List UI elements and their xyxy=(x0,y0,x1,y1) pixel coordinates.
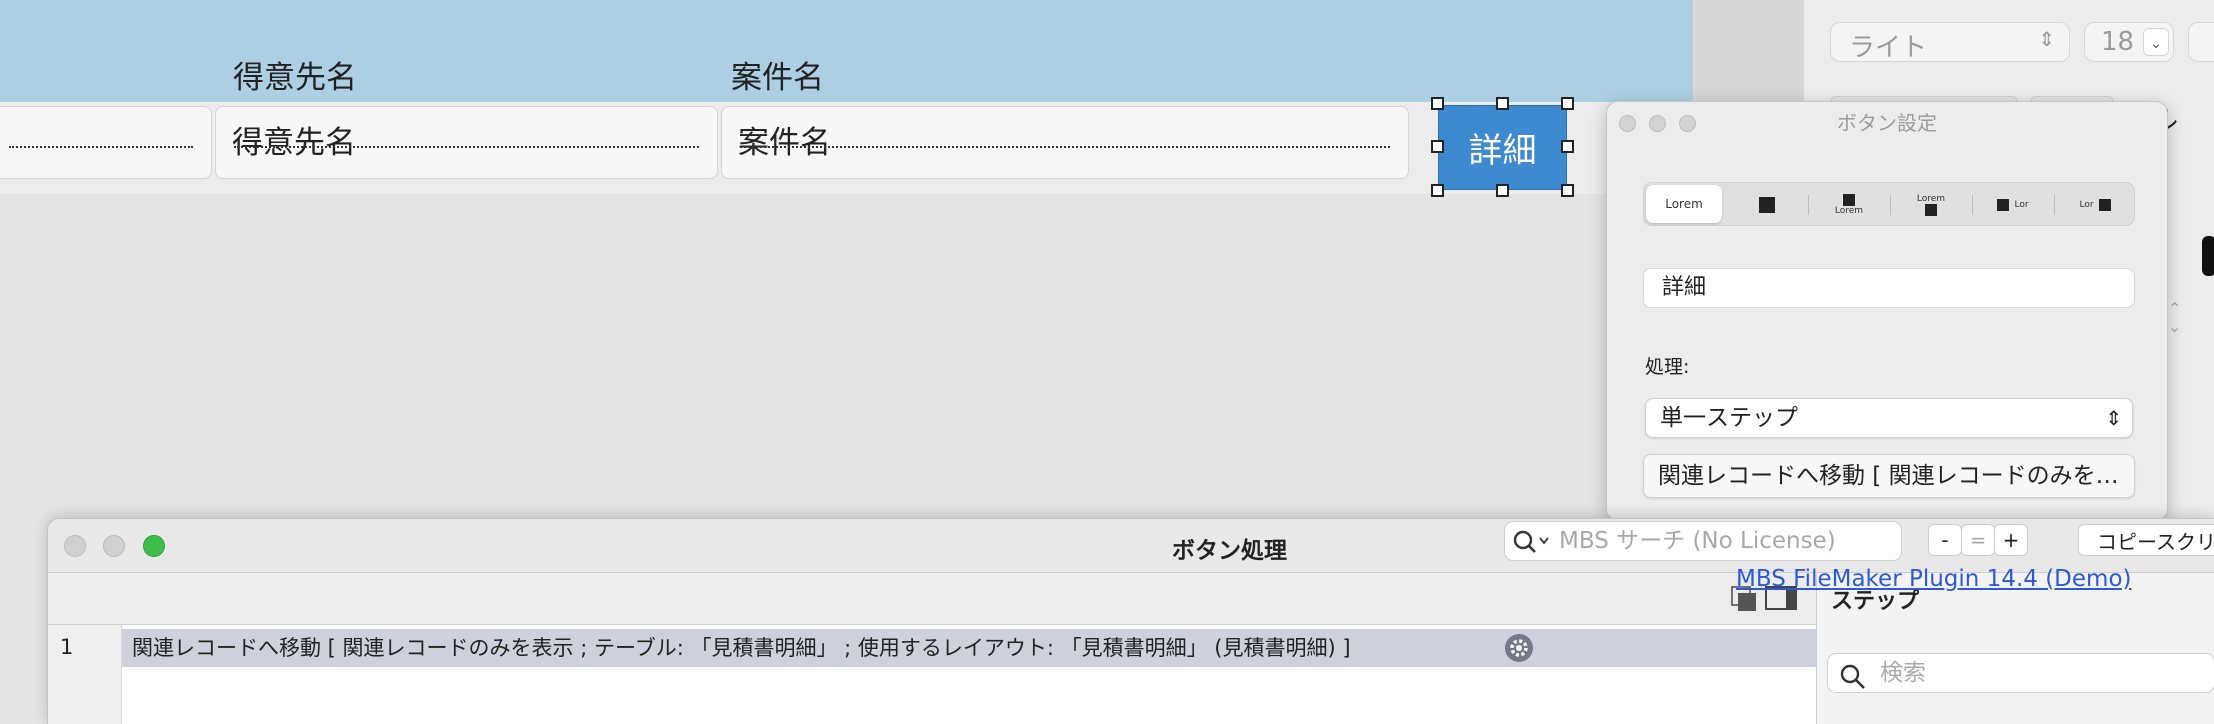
project-name-field-label: 案件名 xyxy=(738,125,831,161)
icon-label-segmented-control[interactable]: Lorem Lorem Lorem Lor Lor xyxy=(1643,182,2135,226)
customer-name-field-label: 得意先名 xyxy=(232,125,356,161)
script-step-line[interactable]: 関連レコードへ移動 [ 関連レコードのみを表示 ; テーブル: 「見積書明細」 … xyxy=(122,629,1816,667)
segment-icon-top[interactable]: Lorem xyxy=(1808,183,1890,227)
steps-panel: ステップ 検索 xyxy=(1816,573,2214,724)
segment-icon-bottom-label: Lorem xyxy=(1916,194,1946,204)
detail-button[interactable]: 詳細 xyxy=(1438,105,1567,190)
project-name-field[interactable]: 案件名 xyxy=(721,106,1409,179)
mbs-search-input[interactable]: MBS サーチ (No License) xyxy=(1504,521,1902,561)
square-icon xyxy=(2098,199,2111,211)
script-step-text: 関連レコードへ移動 [ 関連レコードのみを表示 ; テーブル: 「見積書明細」 … xyxy=(132,636,1351,660)
line-number-gutter: 1 xyxy=(48,625,122,724)
segment-icon-right-label: Lor xyxy=(2079,200,2094,210)
square-icon xyxy=(1759,197,1775,213)
column-label-project: 案件名 xyxy=(731,60,824,96)
selection-handle[interactable] xyxy=(1561,140,1574,153)
segment-icon-only[interactable] xyxy=(1726,183,1808,227)
steps-search-input[interactable]: 検索 xyxy=(1827,653,2214,693)
selection-handle[interactable] xyxy=(1561,97,1574,110)
action-type-select[interactable]: 単一ステップ ⇕ xyxy=(1645,398,2133,438)
chevron-down-icon: ⌄ xyxy=(2143,28,2169,56)
button-settings-title: ボタン設定 xyxy=(1837,111,1937,135)
segment-icon-left-label: Lor xyxy=(2014,200,2029,210)
button-settings-panel: ボタン設定 Lorem Lorem Lorem Lor Lor 詳細 処理: 単… xyxy=(1606,101,2168,521)
script-window-title: ボタン処理 xyxy=(1172,538,1287,564)
segment-text-only[interactable]: Lorem xyxy=(1646,185,1722,223)
style-select-value: ライト xyxy=(1849,33,1928,63)
selection-handle[interactable] xyxy=(1496,97,1509,110)
selection-handle[interactable] xyxy=(1431,184,1444,197)
zoom-in-button[interactable]: + xyxy=(1994,524,2028,556)
line-number: 1 xyxy=(60,635,74,659)
script-editor[interactable]: 1 関連レコードへ移動 [ 関連レコードのみを表示 ; テーブル: 「見積書明細… xyxy=(48,625,1816,724)
square-icon xyxy=(1997,199,2010,211)
segment-icon-bottom[interactable]: Lorem xyxy=(1890,183,1972,227)
search-icon xyxy=(1513,530,1549,553)
script-toolbar xyxy=(48,573,1816,625)
customer-name-field[interactable]: 得意先名 xyxy=(215,106,718,179)
button-script-window: ボタン処理 MBS サーチ (No License) - = + コピースクリ … xyxy=(47,518,2214,724)
selection-handle[interactable] xyxy=(1561,184,1574,197)
action-type-value: 単一ステップ xyxy=(1660,405,1798,431)
square-icon xyxy=(1843,194,1855,206)
close-window-button[interactable] xyxy=(64,535,86,557)
square-icon xyxy=(1925,204,1937,216)
segment-icon-top-label: Lorem xyxy=(1834,206,1864,216)
inspector-select-partial[interactable] xyxy=(2188,22,2214,62)
zoom-out-button[interactable]: - xyxy=(1928,524,1962,556)
action-step-button[interactable]: 関連レコードへ移動 [ 関連レコードのみを… xyxy=(1643,454,2135,498)
selection-handle[interactable] xyxy=(1431,140,1444,153)
action-label: 処理: xyxy=(1645,356,1690,378)
segment-icon-right[interactable]: Lor xyxy=(2054,183,2136,227)
layout-field-left[interactable] xyxy=(0,106,212,179)
script-window-titlebar: ボタン処理 MBS サーチ (No License) - = + コピースクリ xyxy=(48,519,2214,573)
column-label-customer: 得意先名 xyxy=(233,60,357,96)
minimize-window-button[interactable] xyxy=(103,535,125,557)
segment-text-only-label: Lorem xyxy=(1665,197,1703,211)
chevron-updown-icon: ⇕ xyxy=(2105,406,2122,430)
gear-icon[interactable] xyxy=(1504,633,1534,663)
copy-script-button[interactable]: コピースクリ xyxy=(2078,524,2214,556)
zoom-window-button[interactable] xyxy=(143,535,165,557)
inspector-control-partial[interactable] xyxy=(2202,236,2214,276)
style-select[interactable]: ライト ⇕ xyxy=(1830,22,2070,63)
search-icon xyxy=(1840,664,1865,689)
selection-handle[interactable] xyxy=(1496,184,1509,197)
button-label-input[interactable]: 詳細 xyxy=(1643,268,2135,308)
stepper-icon[interactable]: ⌃ ⌄ xyxy=(2168,300,2181,336)
segment-icon-left[interactable]: Lor xyxy=(1972,183,2054,227)
selection-handle[interactable] xyxy=(1431,97,1444,110)
font-size-select[interactable]: 18 ⌄ xyxy=(2084,22,2174,62)
chevron-updown-icon: ⇕ xyxy=(2038,27,2055,51)
mbs-plugin-link[interactable]: MBS FileMaker Plugin 14.4 (Demo) xyxy=(1736,566,2132,592)
font-size-value: 18 xyxy=(2101,27,2135,57)
zoom-reset-button[interactable]: = xyxy=(1961,524,1995,556)
